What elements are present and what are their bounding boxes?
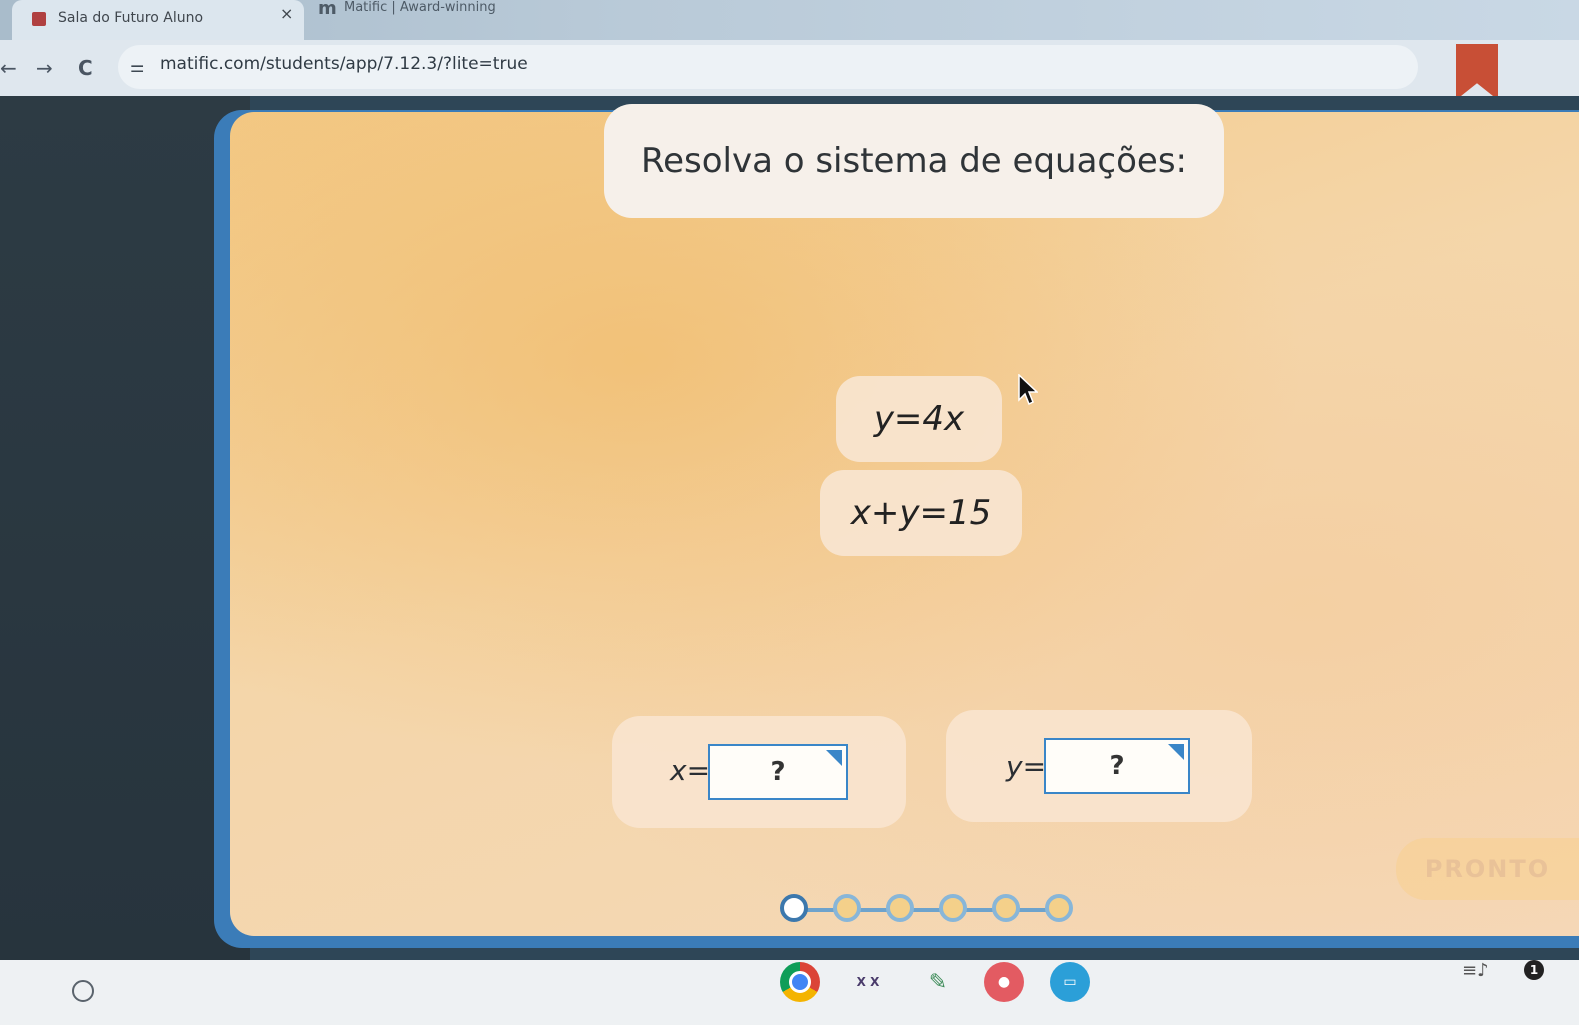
left-margin <box>0 96 250 960</box>
done-button[interactable]: PRONTO <box>1396 838 1579 900</box>
progress-step-3 <box>886 894 914 922</box>
progress-step-5 <box>992 894 1020 922</box>
answer-input-y[interactable]: ? <box>1044 738 1190 794</box>
chrome-app-icon[interactable] <box>780 962 820 1002</box>
tab-title: Matific | Award-winning <box>344 0 496 15</box>
reload-icon[interactable]: C <box>78 56 93 80</box>
answer-label-x: x= <box>670 754 711 787</box>
tv-app-icon[interactable]: ▭ <box>1050 962 1090 1002</box>
matific-logo-icon: m <box>318 0 337 19</box>
equation-1: y=4x <box>836 376 1002 462</box>
progress-step-6 <box>1045 894 1073 922</box>
answer-value-x: ? <box>770 757 786 787</box>
dropdown-corner-icon <box>1168 744 1184 760</box>
answer-card-x: x= ? <box>612 716 906 828</box>
media-status-icon[interactable]: ≡♪ <box>1462 960 1489 981</box>
dropdown-corner-icon <box>826 750 842 766</box>
launcher-icon[interactable] <box>72 980 94 1002</box>
progress-step-1 <box>780 894 808 922</box>
progress-step-2 <box>833 894 861 922</box>
notification-badge[interactable]: 1 <box>1524 960 1544 980</box>
progress-step-4 <box>939 894 967 922</box>
equation-2: x+y=15 <box>820 470 1022 556</box>
tab-strip: Sala do Futuro Aluno × m Matific | Award… <box>0 0 1579 40</box>
address-bar[interactable]: ⚌ matific.com/students/app/7.12.3/?lite=… <box>118 45 1418 89</box>
forward-icon[interactable]: → <box>36 56 53 80</box>
progress-indicator <box>780 890 1073 930</box>
site-info-icon[interactable]: ⚌ <box>130 57 144 76</box>
graph-app-icon[interactable]: ✎ <box>918 962 958 1002</box>
tab-matific[interactable]: m Matific | Award-winning <box>312 0 600 32</box>
instruction-title: Resolva o sistema de equações: <box>604 104 1224 218</box>
math-app-icon[interactable]: X X <box>848 962 888 1002</box>
back-icon[interactable]: ← <box>0 56 17 80</box>
pin-app-icon[interactable]: ● <box>984 962 1024 1002</box>
answer-label-y: y= <box>1006 750 1047 783</box>
mouse-pointer-icon <box>1018 374 1038 406</box>
tab-sala-do-futuro[interactable]: Sala do Futuro Aluno × <box>12 0 304 40</box>
answer-input-x[interactable]: ? <box>708 744 848 800</box>
url-text[interactable]: matific.com/students/app/7.12.3/?lite=tr… <box>160 54 528 74</box>
close-icon[interactable]: × <box>280 4 293 23</box>
answer-value-y: ? <box>1109 751 1125 781</box>
tab-title: Sala do Futuro Aluno <box>58 10 204 26</box>
answer-card-y: y= ? <box>946 710 1252 822</box>
favicon-icon <box>32 12 46 26</box>
